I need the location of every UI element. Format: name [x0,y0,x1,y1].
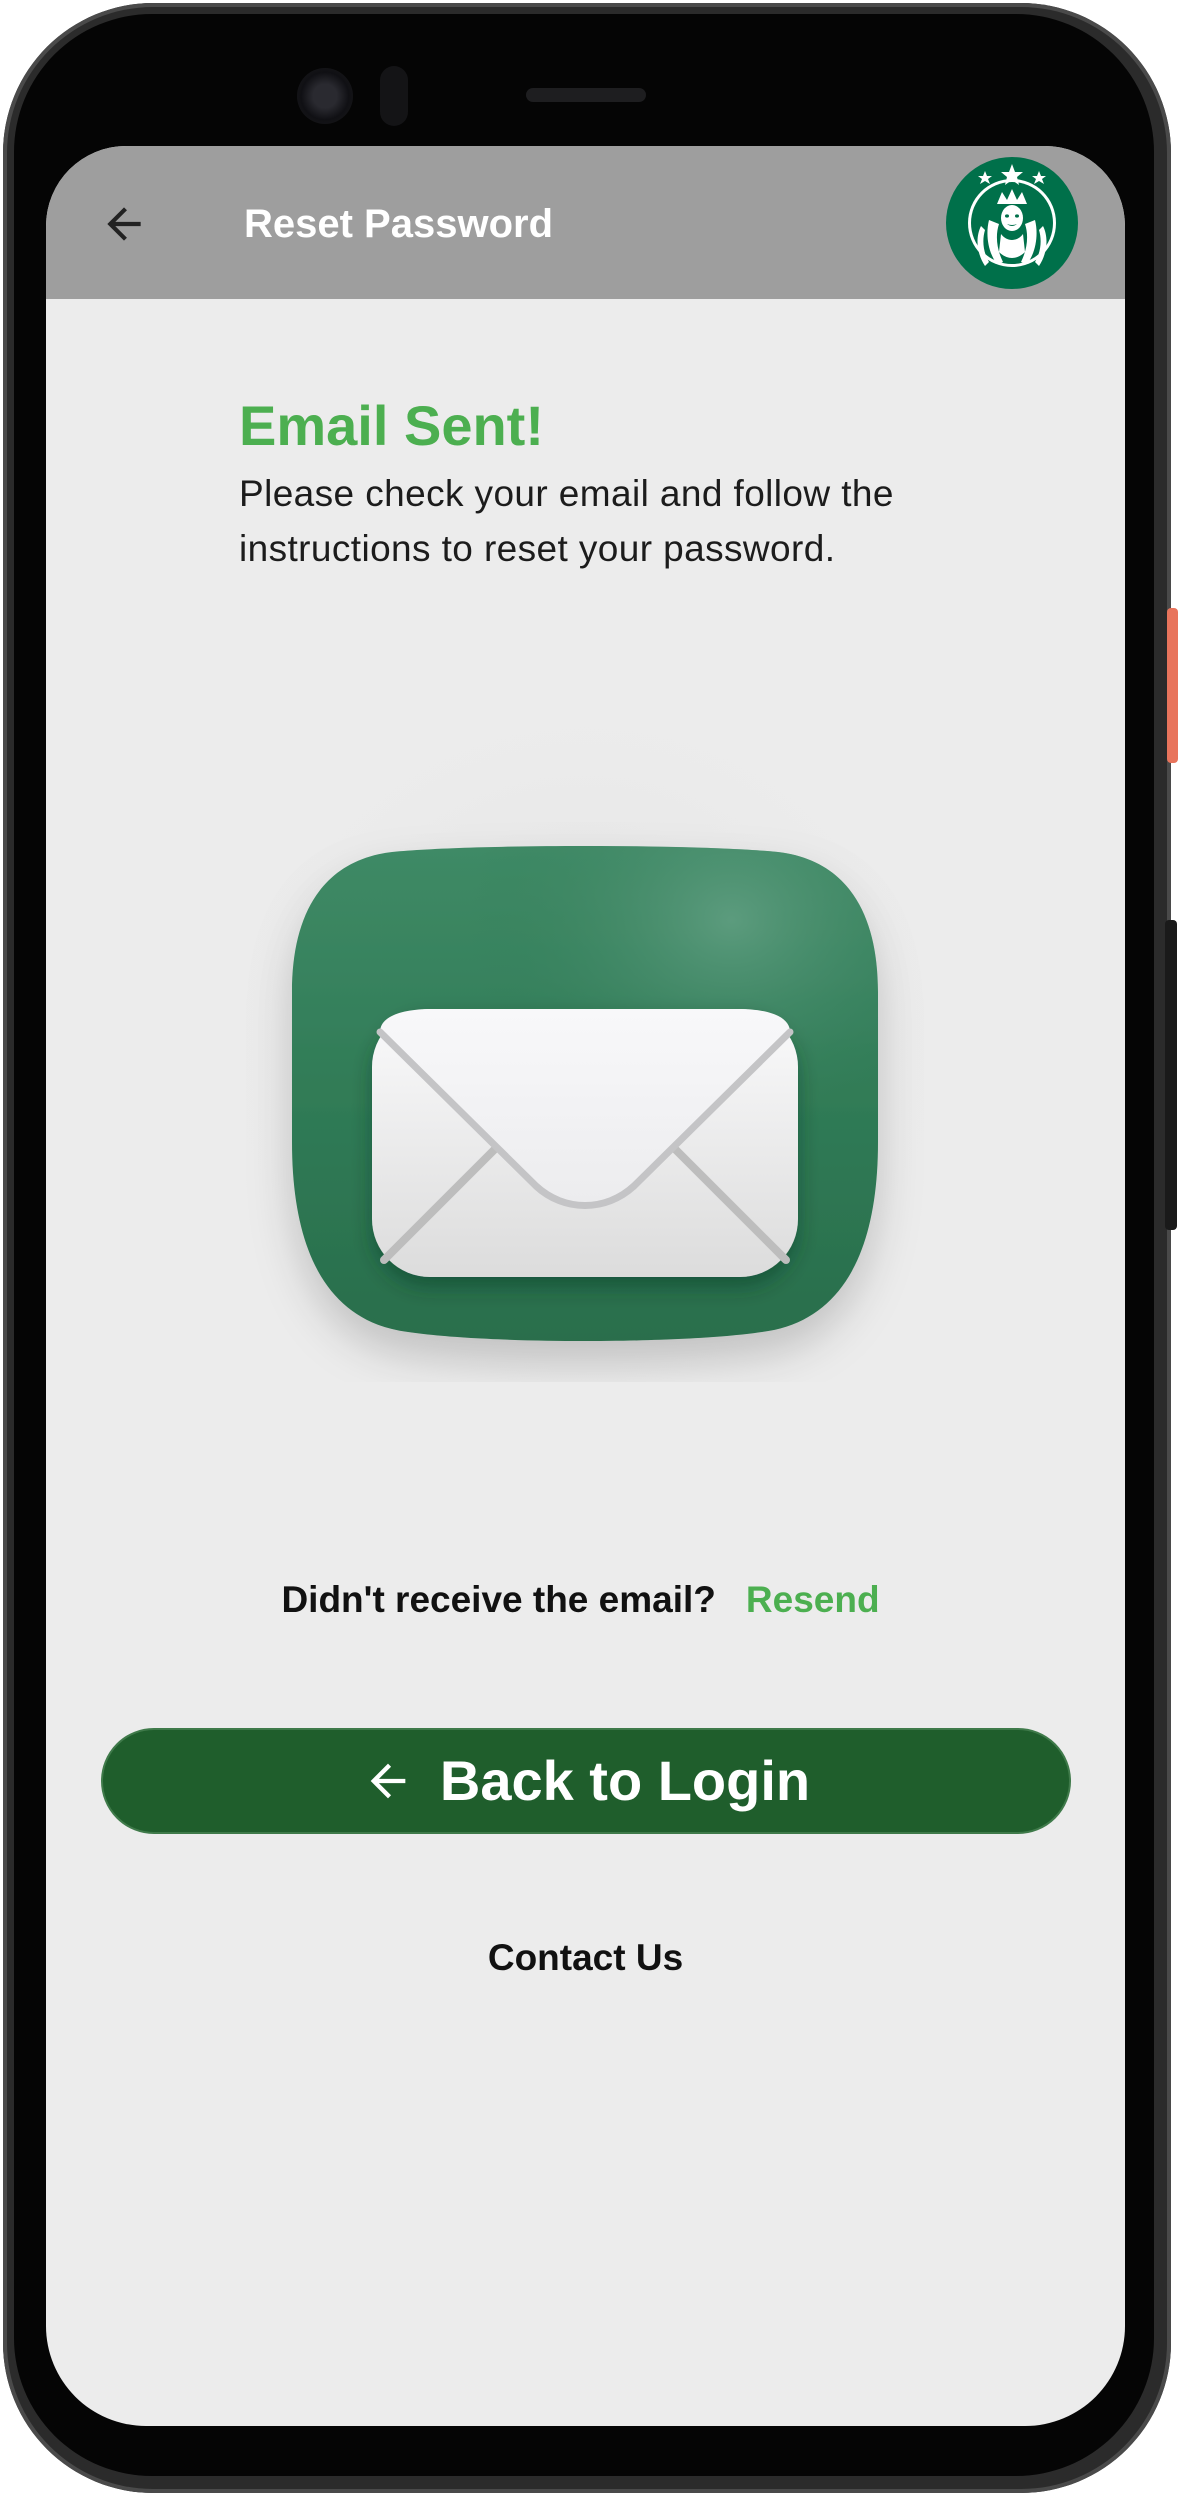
power-button [1167,608,1178,763]
starbucks-logo-icon [946,157,1078,289]
proximity-sensor [380,66,408,126]
app-bar: Reset Password [46,146,1125,299]
resend-link[interactable]: Resend [746,1576,880,1624]
back-button[interactable] [96,196,152,252]
page-title: Reset Password [244,202,554,246]
back-to-login-label: Back to Login [439,1749,811,1812]
resend-question-text: Didn't receive the email? [281,1579,716,1620]
front-camera [297,68,353,124]
earpiece-speaker [526,88,646,102]
email-sent-heading: Email Sent! [239,394,544,457]
back-to-login-button[interactable]: Back to Login [101,1728,1071,1834]
envelope-icon [242,712,928,1382]
arrow-left-icon [370,1763,406,1799]
volume-button [1165,920,1177,1230]
resend-row: Didn't receive the email? Resend [46,1576,1125,1624]
contact-us-link[interactable]: Contact Us [46,1934,1125,1982]
instructions-text: Please check your email and follow the i… [239,473,894,569]
arrow-left-icon [107,207,141,241]
phone-frame: Reset Password Email Sent! Please check … [0,0,1178,2498]
app-screen: Reset Password Email Sent! Please check … [46,146,1125,2426]
